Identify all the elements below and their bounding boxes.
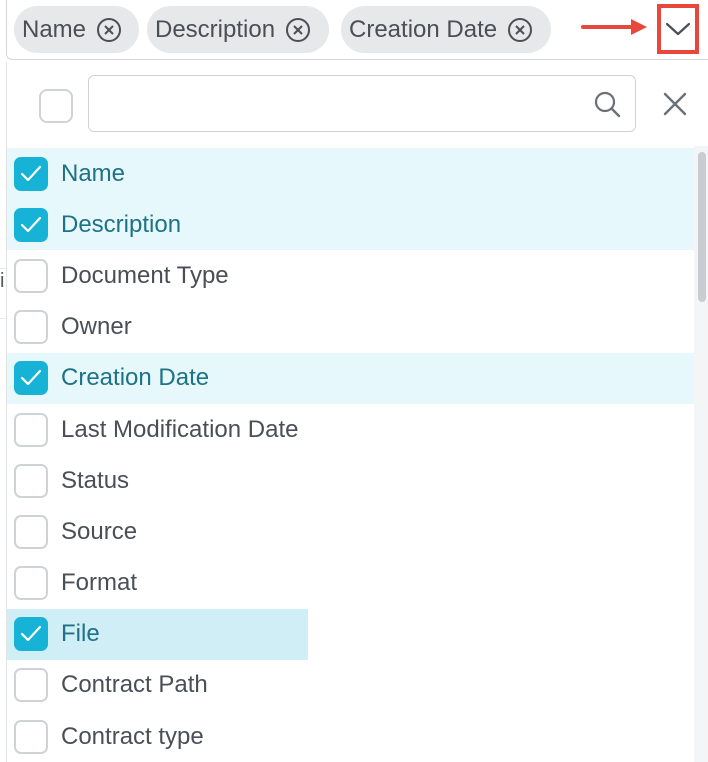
checkbox-unchecked[interactable] [14, 566, 48, 601]
option-label: Description [61, 210, 182, 238]
chip-description: Description [147, 6, 329, 53]
option-contract-path[interactable]: Contract Path [7, 660, 695, 711]
search-field[interactable] [99, 86, 573, 124]
column-options-list: Name Description Document Type Owner Cre… [7, 148, 695, 762]
check-icon [20, 626, 42, 642]
option-source[interactable]: Source [7, 506, 695, 557]
option-label: Contract type [61, 722, 204, 750]
option-label: Name [61, 159, 126, 187]
option-status[interactable]: Status [7, 455, 695, 506]
option-last-modification-date[interactable]: Last Modification Date [7, 404, 695, 455]
option-label: File [61, 620, 100, 648]
checkbox-checked[interactable] [14, 361, 48, 396]
checkbox-unchecked[interactable] [14, 463, 48, 498]
option-owner[interactable]: Owner [7, 302, 695, 353]
checkbox-unchecked[interactable] [14, 310, 48, 345]
checkbox-checked[interactable] [14, 207, 48, 242]
checkbox-unchecked[interactable] [14, 719, 48, 754]
close-icon[interactable] [661, 90, 689, 118]
option-creation-date[interactable]: Creation Date [7, 352, 695, 404]
checkbox-checked[interactable] [14, 617, 48, 652]
check-icon [20, 165, 42, 181]
checkbox-unchecked[interactable] [14, 514, 48, 549]
checkbox-checked[interactable] [14, 156, 48, 191]
checkbox-unchecked[interactable] [14, 258, 48, 293]
option-file[interactable]: File [7, 608, 308, 660]
chip-creation-date: Creation Date [341, 6, 551, 53]
option-format[interactable]: Format [7, 558, 695, 609]
column-dropdown-panel: Name Description Document Type Owner Cre… [6, 62, 708, 762]
option-label: Source [61, 517, 138, 545]
option-description[interactable]: Description [7, 199, 695, 251]
search-input[interactable] [88, 75, 636, 132]
search-icon[interactable] [593, 90, 621, 118]
chip-label: Name [22, 15, 87, 43]
option-label: Creation Date [61, 364, 210, 392]
option-label: Status [61, 466, 130, 494]
option-label: Document Type [61, 261, 229, 289]
dropdown-scrollbar-thumb[interactable] [698, 152, 706, 302]
circle-x-icon[interactable] [507, 17, 533, 43]
option-label: Format [61, 569, 138, 597]
option-name[interactable]: Name [7, 148, 695, 200]
option-document-type[interactable]: Document Type [7, 250, 695, 301]
chip-name: Name [14, 6, 139, 53]
select-all-checkbox[interactable] [39, 89, 73, 123]
check-icon [20, 370, 42, 386]
option-label: Contract Path [61, 671, 208, 699]
dropdown-search-row [7, 62, 708, 149]
checkbox-unchecked[interactable] [14, 668, 48, 703]
circle-x-icon[interactable] [285, 17, 311, 43]
checkbox-unchecked[interactable] [14, 412, 48, 447]
chip-label: Description [155, 15, 276, 43]
option-label: Last Modification Date [61, 415, 299, 443]
chevron-down-icon [665, 22, 691, 36]
circle-x-icon[interactable] [96, 17, 122, 43]
red-arrow-icon [581, 19, 647, 35]
chip-label: Creation Date [349, 15, 498, 43]
check-icon [20, 216, 42, 232]
option-contract-type[interactable]: Contract type [7, 711, 695, 762]
dropdown-toggle-button[interactable] [657, 4, 699, 54]
background-text-fragment: i [0, 270, 5, 292]
option-label: Owner [61, 313, 132, 341]
